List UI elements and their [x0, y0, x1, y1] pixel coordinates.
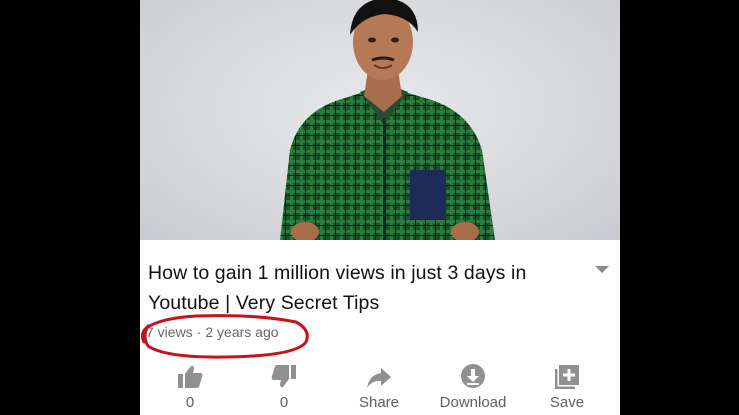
add-to-playlist-icon — [555, 365, 579, 389]
view-count: 7 views — [146, 324, 193, 340]
meta-separator: · — [196, 324, 202, 340]
upload-age: 2 years ago — [205, 324, 279, 340]
video-page-frame: How to gain 1 million views in just 3 da… — [140, 0, 620, 415]
save-label: Save — [549, 394, 585, 411]
download-button[interactable]: Download — [426, 358, 520, 415]
thumbs-down-icon — [271, 365, 296, 388]
save-button[interactable]: Save — [520, 358, 614, 415]
video-title[interactable]: How to gain 1 million views in just 3 da… — [148, 258, 588, 318]
share-label: Share — [358, 394, 400, 411]
person-photo — [280, 0, 495, 240]
action-bar: 0 0 Share Download Save — [140, 358, 620, 415]
download-label: Download — [439, 394, 507, 411]
dislike-count: 0 — [279, 394, 289, 411]
chevron-down-icon[interactable] — [595, 266, 609, 273]
dislike-button[interactable]: 0 — [237, 358, 331, 415]
share-button[interactable]: Share — [332, 358, 426, 415]
download-circle-icon — [461, 364, 485, 388]
like-count: 0 — [185, 394, 195, 411]
video-info-panel: How to gain 1 million views in just 3 da… — [140, 240, 620, 415]
thumbs-up-icon — [178, 365, 203, 388]
video-thumbnail[interactable] — [140, 0, 620, 240]
like-button[interactable]: 0 — [143, 358, 237, 415]
share-arrow-icon — [367, 368, 391, 388]
video-meta: 7 views · 2 years ago — [146, 324, 279, 340]
